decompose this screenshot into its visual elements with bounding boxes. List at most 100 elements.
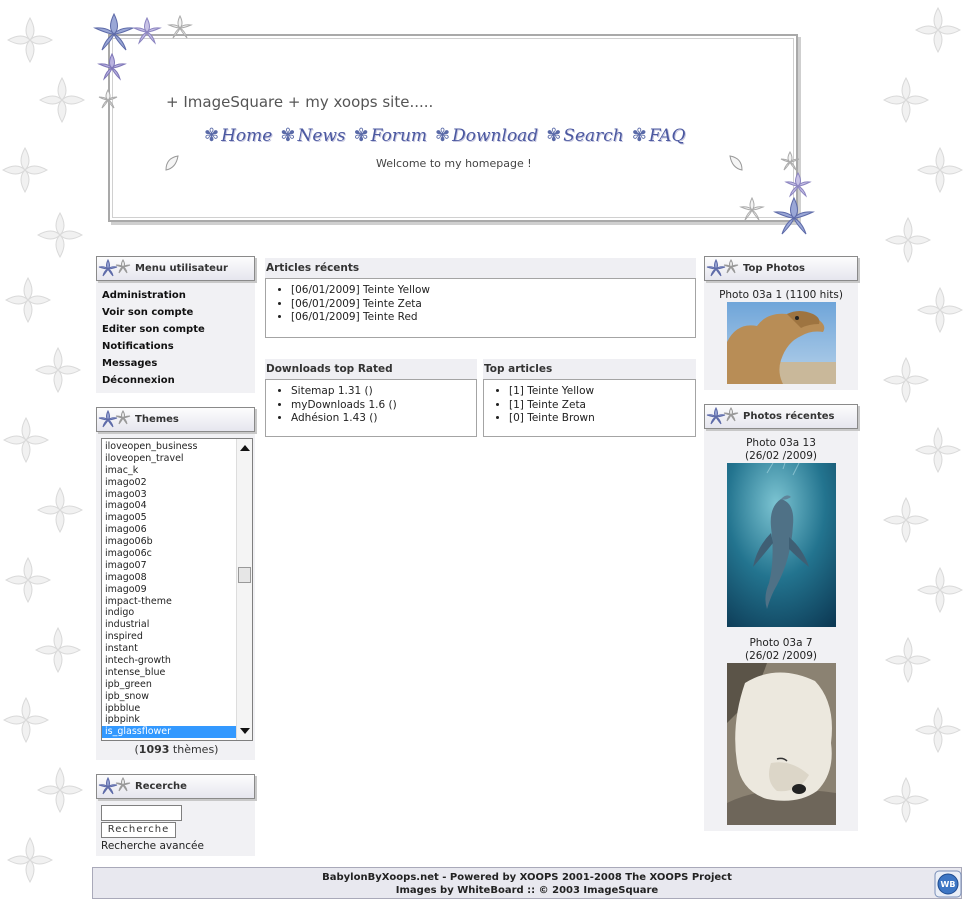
theme-option[interactable]: intense_blue bbox=[102, 667, 236, 679]
theme-option[interactable]: iloveopen_travel bbox=[102, 453, 236, 465]
theme-option[interactable]: indigo bbox=[102, 607, 236, 619]
flower-bullet-icon: ✾ bbox=[631, 125, 647, 146]
user-menu-header: Menu utilisateur bbox=[96, 256, 255, 281]
nav-forum-label[interactable]: Forum bbox=[371, 126, 427, 146]
top-articles-title: Top articles bbox=[483, 359, 696, 379]
camel-photo[interactable] bbox=[726, 302, 836, 384]
theme-option[interactable]: imac_k bbox=[102, 465, 236, 477]
nav-faq[interactable]: ✾ FAQ bbox=[632, 126, 686, 146]
theme-option[interactable]: instant bbox=[102, 643, 236, 655]
top-article-item[interactable]: [1] Teinte Zeta bbox=[509, 399, 689, 413]
download-item[interactable]: Sitemap 1.31 () bbox=[291, 385, 470, 399]
top-photos-title: Top Photos bbox=[743, 263, 805, 274]
theme-option[interactable]: intech-growth bbox=[102, 655, 236, 667]
leaf-icon bbox=[165, 155, 179, 171]
footer-powered-by: BabylonByXoops.net - Powered by XOOPS 20… bbox=[322, 872, 732, 883]
theme-option[interactable]: industrial bbox=[102, 619, 236, 631]
recent-photos-block: Photos récentes Photo 03a 13 (26/02 /200… bbox=[704, 404, 858, 831]
theme-option[interactable]: imago07 bbox=[102, 560, 236, 572]
user-menu-title: Menu utilisateur bbox=[135, 263, 228, 274]
right-floral-decoration bbox=[876, 0, 968, 904]
flower-block-icon bbox=[98, 258, 131, 277]
downloads-top-rated-title: Downloads top Rated bbox=[265, 359, 477, 379]
top-article-item[interactable]: [0] Teinte Brown bbox=[509, 412, 689, 426]
theme-option[interactable]: is_glassflower bbox=[102, 726, 236, 739]
theme-option[interactable]: ipb_snow bbox=[102, 691, 236, 703]
theme-count-number: 1093 bbox=[138, 743, 170, 756]
photo-caption[interactable]: Photo 03a 1 (1100 hits) bbox=[706, 289, 856, 302]
theme-option[interactable]: imago04 bbox=[102, 500, 236, 512]
flower-bullet-icon: ✾ bbox=[435, 125, 451, 146]
recent-article-item[interactable]: [06/01/2009] Teinte Red bbox=[291, 311, 689, 325]
theme-option[interactable]: ipbblue bbox=[102, 703, 236, 715]
theme-count: (1093 thèmes) bbox=[101, 743, 252, 756]
theme-option[interactable]: imago09 bbox=[102, 584, 236, 596]
nav-search[interactable]: ✾ Search bbox=[546, 126, 624, 146]
flower-bullet-icon: ✾ bbox=[204, 125, 220, 146]
nav-download[interactable]: ✾ Download bbox=[435, 126, 538, 146]
theme-option[interactable]: imago06 bbox=[102, 524, 236, 536]
whiteboard-logo[interactable]: WB bbox=[934, 870, 962, 898]
nav-home-label[interactable]: Home bbox=[221, 126, 272, 146]
nav-forum[interactable]: ✾ Forum bbox=[354, 126, 427, 146]
theme-list-scrollbar[interactable] bbox=[236, 439, 252, 740]
menu-item-messages[interactable]: Messages bbox=[102, 355, 249, 372]
photo-caption[interactable]: Photo 03a 13 (26/02 /2009) bbox=[731, 437, 831, 463]
polar-bear-photo[interactable] bbox=[726, 663, 836, 825]
menu-item-edit-account[interactable]: Editer son compte bbox=[102, 321, 249, 338]
recent-article-item[interactable]: [06/01/2009] Teinte Zeta bbox=[291, 298, 689, 312]
footer-credits: Images by WhiteBoard :: © 2003 ImageSqua… bbox=[395, 885, 659, 896]
site-title: + ImageSquare + my xoops site..... bbox=[166, 93, 434, 111]
search-title: Recerche bbox=[135, 781, 187, 792]
theme-option[interactable]: imago08 bbox=[102, 572, 236, 584]
theme-option[interactable]: inspired bbox=[102, 631, 236, 643]
menu-item-administration[interactable]: Administration bbox=[102, 287, 249, 304]
top-articles-block: Top articles [1] Teinte Yellow [1] Teint… bbox=[483, 359, 696, 437]
menu-item-logout[interactable]: Déconnexion bbox=[102, 372, 249, 389]
theme-option[interactable]: iloveopen_business bbox=[102, 441, 236, 453]
recent-photos-title: Photos récentes bbox=[743, 411, 835, 422]
theme-option[interactable]: ipbpink bbox=[102, 714, 236, 726]
theme-option[interactable]: imago02 bbox=[102, 477, 236, 489]
menu-item-notifications[interactable]: Notifications bbox=[102, 338, 249, 355]
nav-faq-label[interactable]: FAQ bbox=[649, 126, 686, 146]
theme-select-list[interactable]: iloveopen_business iloveopen_travel imac_k… bbox=[101, 438, 253, 741]
theme-option[interactable]: ipb_green bbox=[102, 679, 236, 691]
download-item[interactable]: myDownloads 1.6 () bbox=[291, 399, 470, 413]
top-photos-body: Photo 03a 1 (1100 hits) bbox=[704, 281, 858, 390]
downloads-top-rated-box: Sitemap 1.31 () myDownloads 1.6 () Adhés… bbox=[265, 379, 477, 437]
dolphin-photo[interactable] bbox=[726, 463, 836, 627]
theme-option[interactable]: imago03 bbox=[102, 489, 236, 501]
theme-option[interactable]: imago06c bbox=[102, 548, 236, 560]
flower-block-icon bbox=[98, 776, 131, 795]
download-item[interactable]: Adhésion 1.43 () bbox=[291, 412, 470, 426]
nav-home[interactable]: ✾ Home bbox=[204, 126, 272, 146]
photo-caption[interactable]: Photo 03a 7 (26/02 /2009) bbox=[731, 637, 831, 663]
recent-article-item[interactable]: [06/01/2009] Teinte Yellow bbox=[291, 284, 689, 298]
search-input[interactable] bbox=[101, 805, 182, 821]
main-content: Articles récents [06/01/2009] Teinte Yel… bbox=[265, 258, 696, 437]
scroll-up-arrow-icon[interactable] bbox=[240, 445, 250, 451]
nav-news-label[interactable]: News bbox=[297, 126, 345, 146]
scrollbar-thumb[interactable] bbox=[238, 567, 251, 583]
content-row: Downloads top Rated Sitemap 1.31 () myDo… bbox=[265, 359, 696, 437]
scroll-down-arrow-icon[interactable] bbox=[240, 728, 250, 734]
top-article-item[interactable]: [1] Teinte Yellow bbox=[509, 385, 689, 399]
nav-download-label[interactable]: Download bbox=[452, 126, 538, 146]
advanced-search-link[interactable]: Recherche avancée bbox=[101, 840, 250, 852]
recent-photos-body: Photo 03a 13 (26/02 /2009) Photo 03a 7 (… bbox=[704, 429, 858, 831]
top-photos-block: Top Photos Photo 03a 1 (1100 hits) bbox=[704, 256, 858, 390]
nav-news[interactable]: ✾ News bbox=[280, 126, 345, 146]
search-button[interactable]: Recherche bbox=[101, 822, 176, 838]
left-sidebar: Menu utilisateur Administration Voir son… bbox=[96, 256, 255, 856]
theme-option[interactable]: impact-theme bbox=[102, 596, 236, 608]
theme-option[interactable]: imago06b bbox=[102, 536, 236, 548]
menu-item-view-account[interactable]: Voir son compte bbox=[102, 304, 249, 321]
nav-search-label[interactable]: Search bbox=[563, 126, 623, 146]
theme-option[interactable]: imago05 bbox=[102, 512, 236, 524]
flower-bullet-icon: ✾ bbox=[353, 125, 369, 146]
theme-count-suffix: thèmes) bbox=[169, 743, 219, 756]
user-menu-block: Menu utilisateur Administration Voir son… bbox=[96, 256, 255, 393]
search-body: Recherche Recherche avancée bbox=[96, 799, 255, 856]
flower-block-icon bbox=[706, 258, 739, 277]
